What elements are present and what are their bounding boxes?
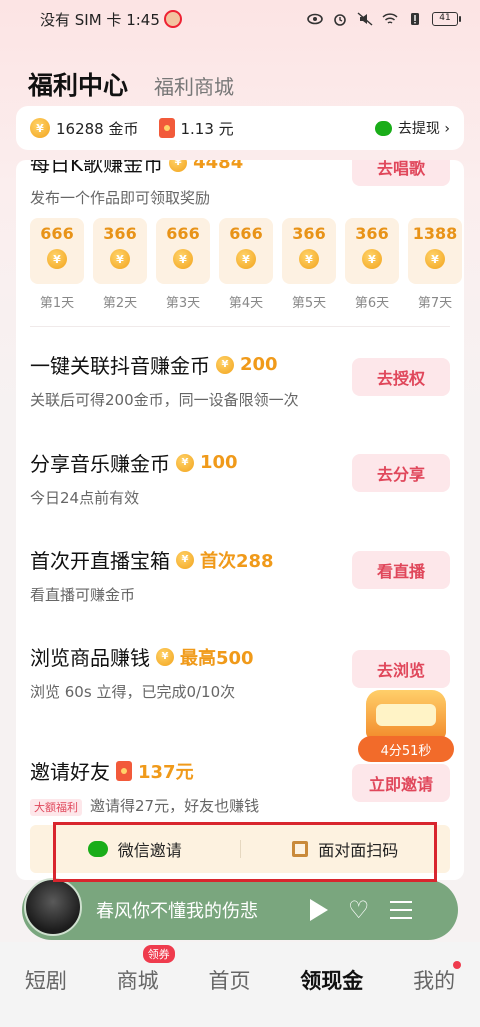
page-tabs: 福利中心 福利商城 xyxy=(28,66,234,102)
task-title-text: 邀请好友 xyxy=(30,760,110,784)
coin-icon: ¥ xyxy=(176,550,194,569)
playlist-icon[interactable] xyxy=(389,901,412,919)
day-reward: 666 ¥ 第1天 xyxy=(30,218,84,311)
task-reward: 首次288 xyxy=(200,550,274,572)
task-reward: 200 xyxy=(240,354,278,375)
day-reward: 366 ¥ 第6天 xyxy=(345,218,399,311)
coin-icon: ¥ xyxy=(169,160,188,172)
task-subtitle-text: 邀请得27元，好友也赚钱 xyxy=(90,797,260,815)
nav-home[interactable]: 首页 xyxy=(208,965,250,995)
task-subtitle: 发布一个作品即可领取奖励 xyxy=(30,189,211,207)
tab-welfare-mall[interactable]: 福利商城 xyxy=(154,71,234,100)
day-reward: 366 ¥ 第2天 xyxy=(93,218,147,311)
song-title: 春风你不懂我的伤悲 xyxy=(96,901,258,922)
task-karaoke: 每日K歌赚金币 ¥ 4484 发布一个作品即可领取奖励 去唱歌 xyxy=(30,160,450,208)
task-invite: 邀请好友 137元 大额福利 邀请得27元，好友也赚钱 立即邀请 xyxy=(30,756,450,816)
coin-balance[interactable]: ¥ 16288 金币 xyxy=(30,118,139,139)
coupon-badge: 领券 xyxy=(142,944,175,963)
day-reward: 666 ¥ 第3天 xyxy=(156,218,210,311)
withdraw-button[interactable]: 去提现 › xyxy=(374,118,450,138)
alert-icon xyxy=(411,13,419,25)
heart-icon[interactable]: ♡ xyxy=(348,898,370,922)
authorize-button[interactable]: 去授权 xyxy=(352,358,450,396)
coin-icon: ¥ xyxy=(156,647,174,666)
day-reward: 666 ¥ 第4天 xyxy=(219,218,273,311)
play-icon[interactable] xyxy=(310,899,328,921)
cash-balance-text: 1.13 元 xyxy=(180,119,234,138)
day-reward: 366 ¥ 第5天 xyxy=(282,218,336,311)
eye-icon xyxy=(307,13,323,25)
coin-icon: ¥ xyxy=(216,355,234,374)
browse-button[interactable]: 去浏览 xyxy=(352,650,450,688)
divider xyxy=(30,326,450,327)
coin-icon: ¥ xyxy=(299,249,319,269)
task-title-text: 一键关联抖音赚金币 xyxy=(30,354,210,378)
mute-icon xyxy=(357,12,373,26)
bonus-tag: 大额福利 xyxy=(30,799,82,816)
task-douyin: 一键关联抖音赚金币 ¥ 200 关联后可得200金币，同一设备限领一次 去授权 xyxy=(30,350,450,410)
task-reward: 137元 xyxy=(138,761,194,783)
status-left: 没有 SIM 卡 1:45 xyxy=(40,9,182,30)
player-controls: ♡ xyxy=(310,898,412,922)
wechat-icon xyxy=(374,120,392,136)
wifi-icon xyxy=(382,13,398,24)
nav-mall[interactable]: 商城 领券 xyxy=(116,944,175,995)
withdraw-label: 去提现 › xyxy=(397,121,450,137)
carrier-time: 没有 SIM 卡 1:45 xyxy=(40,10,160,29)
coin-icon: ¥ xyxy=(362,249,382,269)
nav-me-label: 我的 xyxy=(413,968,456,993)
task-reward: 最高500 xyxy=(180,647,254,669)
coin-icon: ¥ xyxy=(425,249,445,269)
wallet-bar: ¥ 16288 金币 1.13 元 去提现 › xyxy=(16,106,464,150)
status-icons: 41 xyxy=(307,12,461,26)
cash-balance[interactable]: 1.13 元 xyxy=(158,118,234,139)
task-live: 首次开直播宝箱 ¥ 首次288 看直播可赚金币 看直播 xyxy=(30,545,450,605)
task-card: 每日K歌赚金币 ¥ 4484 发布一个作品即可领取奖励 去唱歌 666 ¥ 第1天 … xyxy=(16,160,464,880)
coin-icon: ¥ xyxy=(173,249,193,269)
notification-dot xyxy=(453,960,462,969)
notification-icon xyxy=(163,10,182,28)
task-title-text: 首次开直播宝箱 xyxy=(30,549,170,573)
nav-me[interactable]: 我的 xyxy=(413,960,462,995)
coin-icon: ¥ xyxy=(47,249,67,269)
red-packet-icon xyxy=(116,760,132,781)
nav-get-cash[interactable]: 领现金 xyxy=(300,965,363,995)
bottom-nav: 短剧 商城 领券 首页 领现金 我的 xyxy=(0,942,480,1027)
status-bar: 没有 SIM 卡 1:45 41 xyxy=(0,0,480,38)
coin-icon: ¥ xyxy=(236,249,256,269)
task-title-text: 每日K歌赚金币 xyxy=(30,160,164,176)
task-title-text: 浏览商品赚钱 xyxy=(30,646,150,670)
coin-icon: ¥ xyxy=(110,249,130,269)
tab-welfare-center[interactable]: 福利中心 xyxy=(28,66,128,102)
alarm-icon xyxy=(334,14,346,26)
coin-icon: ¥ xyxy=(30,118,50,138)
watch-live-button[interactable]: 看直播 xyxy=(352,551,450,589)
album-cover[interactable] xyxy=(24,878,82,936)
task-reward: 4484 xyxy=(193,160,244,173)
daily-rewards: 666 ¥ 第1天 366 ¥ 第2天 666 ¥ 第3天 666 ¥ 第4天 366 ¥ 第5天 … xyxy=(30,218,462,311)
nav-short-drama[interactable]: 短剧 xyxy=(25,965,67,995)
invite-now-button[interactable]: 立即邀请 xyxy=(352,764,450,802)
task-title-text: 分享音乐赚金币 xyxy=(30,452,170,476)
nav-mall-label: 商城 xyxy=(116,968,159,993)
coin-balance-text: 16288 金币 xyxy=(56,119,139,138)
chest-lid xyxy=(376,704,436,726)
share-button[interactable]: 去分享 xyxy=(352,454,450,492)
highlight-box xyxy=(53,822,437,882)
battery-icon: 41 xyxy=(432,12,461,26)
task-share: 分享音乐赚金币 ¥ 100 今日24点前有效 去分享 xyxy=(30,448,450,508)
coin-icon: ¥ xyxy=(176,453,194,472)
chest-timer: 4分51秒 xyxy=(358,736,454,762)
day-reward: 1388 ¥ 第7天 xyxy=(408,218,462,311)
sing-button[interactable]: 去唱歌 xyxy=(352,160,450,186)
task-reward: 100 xyxy=(200,452,238,473)
music-player[interactable]: 春风你不懂我的伤悲 ♡ xyxy=(22,878,458,940)
red-packet-icon xyxy=(158,118,175,138)
treasure-chest-button[interactable]: 4分51秒 xyxy=(358,690,454,764)
